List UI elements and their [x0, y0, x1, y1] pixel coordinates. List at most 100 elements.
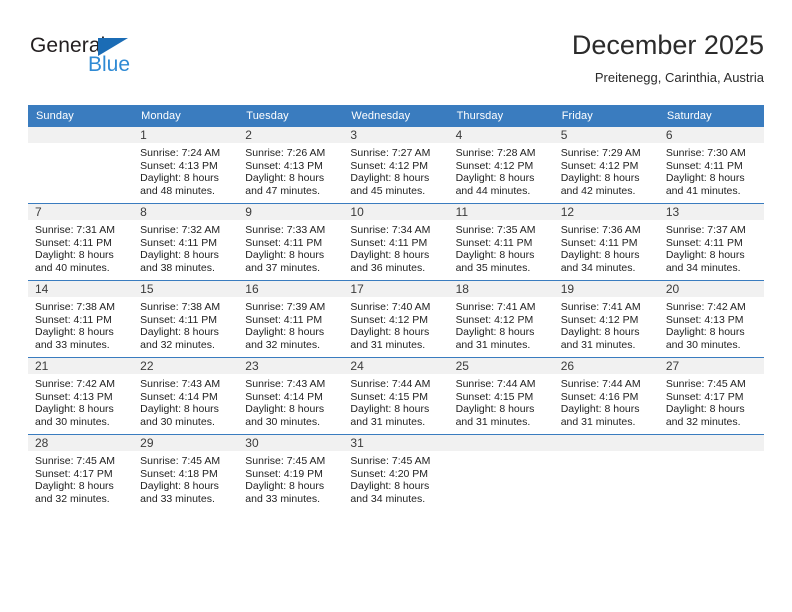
day-detail-daylight-line1: Daylight: 8 hours: [560, 403, 640, 416]
day-detail-sunset: Sunset: 4:11 PM: [35, 313, 112, 326]
calendar-day-cell[interactable]: 23 Sunrise: 7:43 AM Sunset: 4:14 PM Dayligh…: [238, 357, 344, 435]
day-detail-daylight-line1: Daylight: 8 hours: [35, 480, 114, 493]
day-number: 24: [343, 358, 449, 374]
weekday-header-monday: Monday: [133, 105, 239, 127]
calendar-week-row: 21 Sunrise: 7:42 AM Sunset: 4:13 PM Dayligh…: [28, 357, 764, 435]
day-number: 8: [133, 204, 239, 220]
calendar-day-cell[interactable]: 8 Sunrise: 7:32 AM Sunset: 4:11 PM Daylight…: [133, 203, 239, 281]
calendar-day-cell[interactable]: 7 Sunrise: 7:31 AM Sunset: 4:11 PM Daylight…: [28, 203, 134, 281]
day-details: [554, 451, 659, 455]
day-detail-sunset: Sunset: 4:12 PM: [350, 159, 429, 172]
day-details: Sunrise: 7:43 AM Sunset: 4:14 PM Daylight:…: [238, 374, 343, 428]
calendar-day-cell[interactable]: 14 Sunrise: 7:38 AM Sunset: 4:11 PM Dayligh…: [28, 280, 134, 358]
day-detail-sunset: Sunset: 4:13 PM: [35, 390, 113, 403]
day-details: Sunrise: 7:42 AM Sunset: 4:13 PM Daylight:…: [659, 297, 764, 351]
day-detail-daylight-line1: Daylight: 8 hours: [140, 249, 219, 262]
calendar-day-cell[interactable]: 29 Sunrise: 7:45 AM Sunset: 4:18 PM Dayligh…: [133, 434, 239, 511]
day-detail-daylight-line1: Daylight: 8 hours: [350, 249, 430, 262]
day-detail-daylight-line2: and 45 minutes.: [350, 184, 426, 197]
day-detail-daylight-line1: Daylight: 8 hours: [245, 249, 325, 262]
day-detail-sunset: Sunset: 4:18 PM: [140, 467, 218, 480]
calendar-day-cell[interactable]: 31 Sunrise: 7:45 AM Sunset: 4:20 PM Dayligh…: [343, 434, 449, 511]
day-details: Sunrise: 7:44 AM Sunset: 4:15 PM Daylight:…: [449, 374, 554, 428]
day-detail-daylight-line1: Daylight: 8 hours: [140, 480, 219, 493]
calendar-day-cell[interactable]: 24 Sunrise: 7:44 AM Sunset: 4:15 PM Dayligh…: [343, 357, 449, 435]
day-detail-daylight-line1: Daylight: 8 hours: [665, 403, 745, 416]
day-detail-sunrise: Sunrise: 7:39 AM: [245, 301, 326, 313]
day-details: Sunrise: 7:26 AM Sunset: 4:13 PM Daylight:…: [238, 143, 343, 197]
day-detail-daylight-line1: Daylight: 8 hours: [245, 403, 325, 416]
day-detail-sunrise: Sunrise: 7:29 AM: [560, 147, 641, 159]
day-details: Sunrise: 7:38 AM Sunset: 4:11 PM Daylight:…: [133, 297, 238, 351]
calendar-day-cell[interactable]: 1 Sunrise: 7:24 AM Sunset: 4:13 PM Daylight…: [133, 127, 239, 204]
day-detail-daylight-line1: Daylight: 8 hours: [455, 326, 535, 339]
day-number: 27: [658, 358, 764, 374]
calendar-day-cell[interactable]: 12 Sunrise: 7:36 AM Sunset: 4:11 PM Dayligh…: [553, 203, 659, 281]
day-number: 4: [448, 127, 554, 143]
day-detail-daylight-line1: Daylight: 8 hours: [665, 172, 745, 185]
calendar-header-row: Sunday Monday Tuesday Wednesday Thursday…: [28, 105, 764, 127]
day-detail-sunset: Sunset: 4:11 PM: [455, 236, 533, 249]
calendar-week-row: 28 Sunrise: 7:45 AM Sunset: 4:17 PM Dayligh…: [28, 434, 764, 511]
day-number: 5: [553, 127, 659, 143]
calendar-day-cell[interactable]: 11 Sunrise: 7:35 AM Sunset: 4:11 PM Dayligh…: [448, 203, 554, 281]
day-detail-daylight-line2: and 33 minutes.: [140, 492, 215, 505]
day-detail-daylight-line2: and 31 minutes.: [455, 415, 531, 428]
day-number: 29: [133, 435, 239, 451]
day-detail-daylight-line2: and 32 minutes.: [140, 338, 215, 351]
calendar-day-cell[interactable]: 18 Sunrise: 7:41 AM Sunset: 4:12 PM Dayligh…: [448, 280, 554, 358]
calendar-day-cell[interactable]: 10 Sunrise: 7:34 AM Sunset: 4:11 PM Dayligh…: [343, 203, 449, 281]
day-details: Sunrise: 7:32 AM Sunset: 4:11 PM Daylight:…: [133, 220, 238, 274]
calendar-day-cell[interactable]: 28 Sunrise: 7:45 AM Sunset: 4:17 PM Dayligh…: [28, 434, 134, 511]
day-detail-sunrise: Sunrise: 7:45 AM: [665, 378, 746, 390]
day-detail-sunset: Sunset: 4:16 PM: [560, 390, 639, 403]
day-detail-daylight-line2: and 31 minutes.: [350, 415, 426, 428]
day-detail-daylight-line1: Daylight: 8 hours: [455, 172, 535, 185]
calendar-day-cell[interactable]: 30 Sunrise: 7:45 AM Sunset: 4:19 PM Dayligh…: [238, 434, 344, 511]
calendar-day-cell[interactable]: 4 Sunrise: 7:28 AM Sunset: 4:12 PM Daylight…: [448, 127, 554, 204]
calendar-day-cell[interactable]: 3 Sunrise: 7:27 AM Sunset: 4:12 PM Daylight…: [343, 127, 449, 204]
calendar-day-cell[interactable]: 6 Sunrise: 7:30 AM Sunset: 4:11 PM Daylight…: [658, 127, 764, 204]
day-number: 1: [133, 127, 239, 143]
generalblue-logo[interactable]: General Blue: [28, 34, 228, 86]
day-detail-daylight-line1: Daylight: 8 hours: [245, 172, 325, 185]
calendar-day-cell[interactable]: 20 Sunrise: 7:42 AM Sunset: 4:13 PM Dayligh…: [658, 280, 764, 358]
calendar-day-cell[interactable]: 25 Sunrise: 7:44 AM Sunset: 4:15 PM Dayligh…: [448, 357, 554, 435]
calendar-day-cell[interactable]: 16 Sunrise: 7:39 AM Sunset: 4:11 PM Dayligh…: [238, 280, 344, 358]
day-detail-sunrise: Sunrise: 7:38 AM: [140, 301, 221, 313]
day-number: [658, 435, 764, 451]
day-detail-daylight-line2: and 30 minutes.: [665, 338, 741, 351]
day-detail-sunrise: Sunrise: 7:44 AM: [560, 378, 641, 390]
calendar-day-cell[interactable]: 22 Sunrise: 7:43 AM Sunset: 4:14 PM Dayligh…: [133, 357, 239, 435]
day-detail-sunrise: Sunrise: 7:43 AM: [140, 378, 221, 390]
calendar-day-cell[interactable]: 26 Sunrise: 7:44 AM Sunset: 4:16 PM Dayligh…: [553, 357, 659, 435]
calendar-day-cell[interactable]: 5 Sunrise: 7:29 AM Sunset: 4:12 PM Daylight…: [553, 127, 659, 204]
day-detail-sunrise: Sunrise: 7:36 AM: [560, 224, 641, 236]
day-detail-daylight-line1: Daylight: 8 hours: [560, 172, 640, 185]
calendar-day-cell[interactable]: 2 Sunrise: 7:26 AM Sunset: 4:13 PM Daylight…: [238, 127, 344, 204]
calendar-day-cell[interactable]: 21 Sunrise: 7:42 AM Sunset: 4:13 PM Dayligh…: [28, 357, 134, 435]
day-number: 14: [28, 281, 134, 297]
day-detail-daylight-line2: and 44 minutes.: [455, 184, 531, 197]
day-number: 7: [28, 204, 134, 220]
day-details: Sunrise: 7:31 AM Sunset: 4:11 PM Daylight:…: [28, 220, 133, 274]
calendar-day-cell[interactable]: 9 Sunrise: 7:33 AM Sunset: 4:11 PM Daylight…: [238, 203, 344, 281]
calendar-day-cell[interactable]: 19 Sunrise: 7:41 AM Sunset: 4:12 PM Dayligh…: [553, 280, 659, 358]
day-detail-sunrise: Sunrise: 7:42 AM: [665, 301, 746, 313]
calendar-day-cell[interactable]: 27 Sunrise: 7:45 AM Sunset: 4:17 PM Dayligh…: [658, 357, 764, 435]
day-detail-daylight-line1: Daylight: 8 hours: [140, 403, 219, 416]
calendar-day-cell[interactable]: 17 Sunrise: 7:40 AM Sunset: 4:12 PM Dayligh…: [343, 280, 449, 358]
day-number: 22: [133, 358, 239, 374]
day-number: 6: [658, 127, 764, 143]
day-detail-sunrise: Sunrise: 7:43 AM: [245, 378, 326, 390]
day-details: Sunrise: 7:36 AM Sunset: 4:11 PM Daylight:…: [554, 220, 659, 274]
calendar-day-cell[interactable]: 13 Sunrise: 7:37 AM Sunset: 4:11 PM Dayligh…: [658, 203, 764, 281]
calendar-day-cell[interactable]: 15 Sunrise: 7:38 AM Sunset: 4:11 PM Dayligh…: [133, 280, 239, 358]
day-detail-sunset: Sunset: 4:12 PM: [560, 313, 639, 326]
day-number: 21: [28, 358, 134, 374]
calendar-week-row: 7 Sunrise: 7:31 AM Sunset: 4:11 PM Daylight…: [28, 203, 764, 281]
day-number: 16: [238, 281, 344, 297]
title-block: December 2025 Preitenegg, Carinthia, Aus…: [572, 28, 764, 88]
calendar-day-cell-empty: [553, 434, 659, 511]
day-detail-sunset: Sunset: 4:11 PM: [245, 313, 323, 326]
